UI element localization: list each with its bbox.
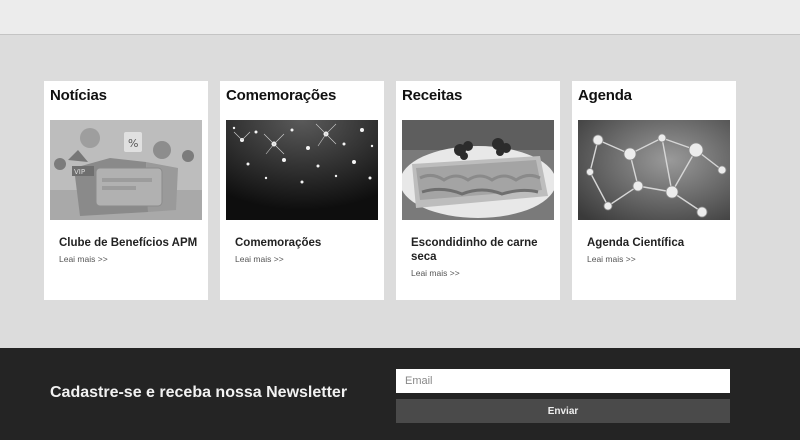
item-title[interactable]: Agenda Científica	[587, 236, 727, 250]
submit-newsletter-button[interactable]: Enviar	[396, 399, 730, 423]
top-header-bar	[0, 0, 800, 35]
read-more-link[interactable]: Leai mais >>	[235, 254, 284, 264]
newsletter-title: Cadastre-se e receba nossa Newsletter	[50, 384, 348, 401]
section-heading: Notícias	[50, 87, 107, 104]
svg-text:VIP: VIP	[74, 168, 85, 176]
item-title[interactable]: Clube de Benefícios APM	[59, 236, 199, 250]
section-heading: Agenda	[578, 87, 632, 104]
item-title[interactable]: Comemorações	[235, 236, 375, 250]
discount-card-illustration[interactable]: % VIP	[50, 120, 202, 220]
section-heading: Receitas	[402, 87, 463, 104]
read-more-link[interactable]: Leai mais >>	[587, 254, 636, 264]
section-heading: Comemorações	[226, 87, 337, 104]
food-dish-photo[interactable]	[402, 120, 554, 220]
fireworks-photo[interactable]	[226, 120, 378, 220]
section-card-receitas: Receitas Escondidinho de carne seca Leai…	[396, 81, 560, 300]
section-card-agenda: Agenda Agenda Científica Leai mais >>	[572, 81, 736, 300]
email-input[interactable]	[396, 369, 730, 393]
read-more-link[interactable]: Leai mais >>	[59, 254, 108, 264]
read-more-link[interactable]: Leai mais >>	[411, 268, 460, 278]
section-card-comemoracoes: Comemorações Comemorações Leai mais >>	[220, 81, 384, 300]
content-sections: Notícias % VIP Clube de Benefícios APM L…	[44, 81, 744, 300]
newsletter-section: Cadastre-se e receba nossa Newsletter	[0, 348, 800, 440]
svg-text:%: %	[128, 137, 138, 150]
item-title[interactable]: Escondidinho de carne seca	[411, 236, 551, 264]
section-card-noticias: Notícias % VIP Clube de Benefícios APM L…	[44, 81, 208, 300]
molecule-network-photo[interactable]	[578, 120, 730, 220]
